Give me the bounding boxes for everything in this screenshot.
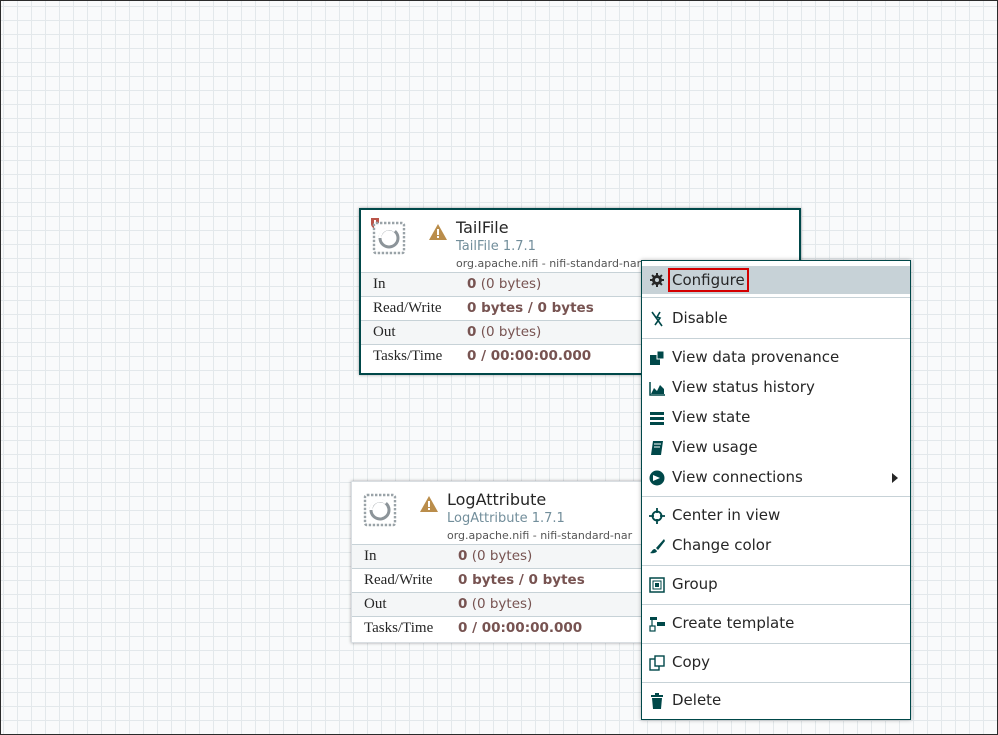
menu-item-view-status-history[interactable]: View status history bbox=[642, 374, 910, 402]
template-icon bbox=[649, 617, 665, 632]
menu-item-label: Configure bbox=[668, 268, 749, 292]
stat-value-tasks-time: 0 / 00:00:00.000 bbox=[458, 620, 583, 636]
stat-value-in: 0 (0 bytes) bbox=[467, 276, 542, 292]
state-icon bbox=[650, 412, 664, 425]
menu-item-label: View usage bbox=[672, 438, 758, 456]
warning-icon[interactable] bbox=[420, 496, 438, 512]
stat-label-read-write: Read/Write bbox=[373, 300, 442, 316]
connections-icon bbox=[649, 470, 665, 486]
area-chart-icon bbox=[649, 382, 665, 396]
menu-item-center-in-view[interactable]: Center in view bbox=[642, 502, 910, 530]
menu-item-view-usage[interactable]: View usage bbox=[642, 434, 910, 462]
menu-item-label: Copy bbox=[672, 653, 711, 671]
stat-value-out: 0 (0 bytes) bbox=[458, 596, 533, 612]
menu-separator bbox=[642, 682, 910, 683]
book-icon bbox=[651, 441, 663, 455]
stat-value-in: 0 (0 bytes) bbox=[458, 548, 533, 564]
trash-icon bbox=[651, 693, 663, 709]
paintbrush-icon bbox=[650, 539, 665, 554]
menu-item-change-color[interactable]: Change color bbox=[642, 532, 910, 560]
menu-item-label: Create template bbox=[672, 614, 795, 632]
stat-value-out: 0 (0 bytes) bbox=[467, 324, 542, 340]
group-icon bbox=[649, 577, 665, 593]
stat-row-in: In 0 (0 bytes) bbox=[352, 544, 652, 568]
stat-label-in: In bbox=[373, 276, 386, 292]
menu-item-label: Delete bbox=[672, 691, 722, 709]
menu-item-view-connections[interactable]: View connections bbox=[642, 464, 910, 492]
processor-type: TailFile 1.7.1 bbox=[456, 239, 536, 254]
processor-header: LogAttribute LogAttribute 1.7.1 org.apac… bbox=[352, 482, 652, 544]
menu-separator bbox=[642, 604, 910, 605]
menu-item-view-state[interactable]: View state bbox=[642, 404, 910, 432]
menu-item-create-template[interactable]: Create template bbox=[642, 610, 910, 638]
processor-icon bbox=[372, 221, 406, 255]
menu-separator bbox=[642, 565, 910, 566]
menu-item-configure[interactable]: Configure bbox=[642, 266, 910, 294]
menu-item-delete[interactable]: Delete bbox=[642, 687, 910, 715]
stat-value-tasks-time: 0 / 00:00:00.000 bbox=[467, 348, 592, 364]
processor-name: LogAttribute bbox=[447, 490, 547, 509]
stat-row-out: Out 0 (0 bytes) bbox=[352, 592, 652, 616]
menu-item-label: Center in view bbox=[672, 506, 781, 524]
menu-separator bbox=[642, 297, 910, 298]
context-menu: Configure Disable View data provenance V… bbox=[641, 260, 911, 720]
processor-logattribute[interactable]: LogAttribute LogAttribute 1.7.1 org.apac… bbox=[351, 481, 653, 643]
menu-item-label: Disable bbox=[672, 309, 728, 327]
stat-row-tasks-time: Tasks/Time 0 / 00:00:00.000 bbox=[352, 616, 652, 640]
menu-separator bbox=[642, 338, 910, 339]
stat-label-out: Out bbox=[373, 324, 396, 340]
copy-icon bbox=[649, 655, 665, 671]
processor-type: LogAttribute 1.7.1 bbox=[447, 511, 565, 526]
stat-value-read-write: 0 bytes / 0 bytes bbox=[458, 572, 585, 588]
processor-name: TailFile bbox=[456, 218, 509, 237]
stat-label-tasks-time: Tasks/Time bbox=[364, 620, 434, 636]
stat-label-out: Out bbox=[364, 596, 387, 612]
menu-item-group[interactable]: Group bbox=[642, 571, 910, 599]
disable-icon bbox=[651, 311, 663, 327]
menu-separator bbox=[642, 643, 910, 644]
menu-item-label: View state bbox=[672, 408, 751, 426]
menu-item-label: View connections bbox=[672, 468, 803, 486]
stat-row-read-write: Read/Write 0 bytes / 0 bytes bbox=[352, 568, 652, 592]
menu-item-label: Change color bbox=[672, 536, 772, 554]
stat-value-read-write: 0 bytes / 0 bytes bbox=[467, 300, 594, 316]
submenu-arrow-icon bbox=[892, 473, 898, 483]
stat-label-in: In bbox=[364, 548, 377, 564]
processor-bundle: org.apache.nifi - nifi-standard-nar bbox=[447, 529, 633, 542]
menu-item-view-data-provenance[interactable]: View data provenance bbox=[642, 344, 910, 372]
menu-item-disable[interactable]: Disable bbox=[642, 305, 910, 333]
provenance-icon bbox=[650, 350, 665, 365]
gear-icon bbox=[650, 273, 664, 287]
menu-item-label: View data provenance bbox=[672, 348, 840, 366]
stat-label-tasks-time: Tasks/Time bbox=[373, 348, 443, 364]
menu-item-label: Group bbox=[672, 575, 718, 593]
menu-item-label: View status history bbox=[672, 378, 815, 396]
warning-icon[interactable] bbox=[429, 224, 447, 240]
stat-label-read-write: Read/Write bbox=[364, 572, 433, 588]
menu-item-copy[interactable]: Copy bbox=[642, 649, 910, 677]
processor-bundle: org.apache.nifi - nifi-standard-nar bbox=[456, 257, 642, 270]
processor-icon bbox=[363, 493, 397, 527]
crosshair-icon bbox=[649, 508, 665, 524]
menu-separator bbox=[642, 496, 910, 497]
